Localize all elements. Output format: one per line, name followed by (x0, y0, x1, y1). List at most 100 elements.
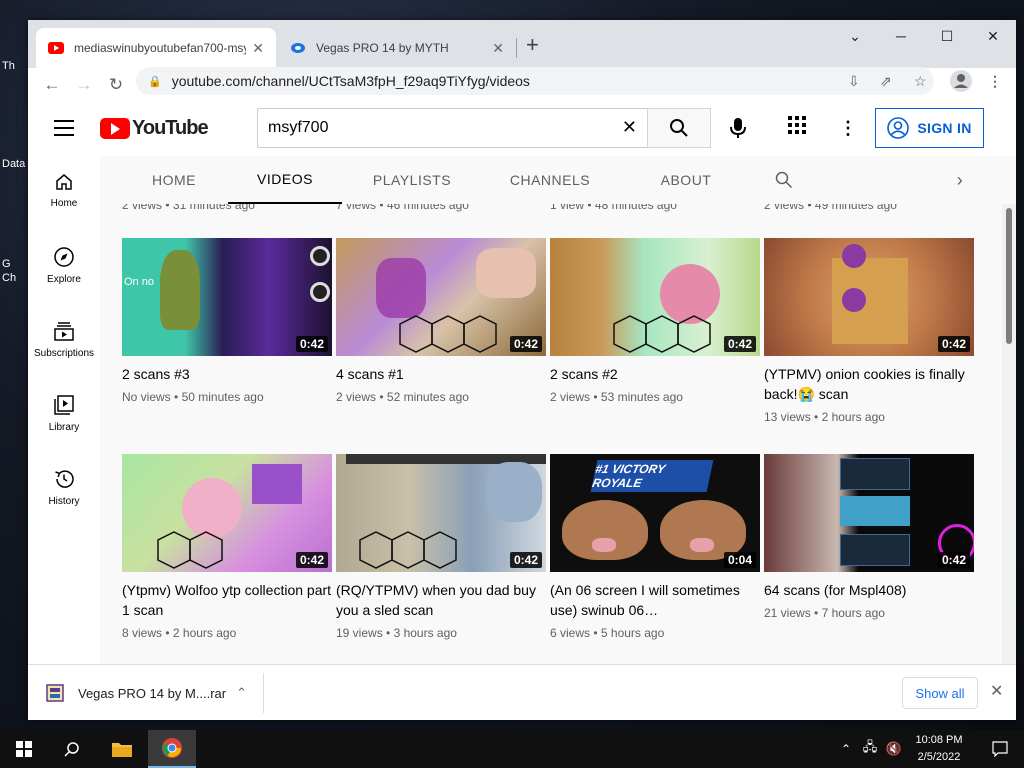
sidebar-item-label: Library (48, 422, 80, 433)
download-filename: Vegas PRO 14 by M....rar (78, 685, 227, 701)
video-card[interactable]: 0:42 64 scans (for Mspl408) 21 views • 7… (764, 454, 974, 620)
scrollbar-thumb[interactable] (1006, 208, 1012, 344)
video-meta: 8 views • 2 hours ago (122, 626, 237, 640)
video-card[interactable]: 0:42 2 scans #2 2 views • 53 minutes ago (550, 238, 760, 404)
video-title[interactable]: (Ytpmv) Wolfoo ytp collection part 1 sca… (122, 580, 332, 620)
install-icon[interactable]: ⇩ (848, 67, 860, 95)
desktop-icon-label[interactable]: G (2, 258, 30, 270)
minimize-icon[interactable]: ─ (878, 20, 924, 52)
close-download-bar-icon[interactable]: ✕ (990, 681, 1003, 701)
show-all-button[interactable]: Show all (902, 677, 978, 709)
taskbar-search-icon[interactable] (48, 730, 96, 768)
windows-start-icon[interactable] (0, 730, 48, 768)
chevron-right-icon[interactable]: › (940, 156, 980, 204)
file-explorer-icon[interactable] (98, 730, 146, 768)
clear-search-icon[interactable]: ✕ (622, 117, 637, 138)
reload-icon[interactable]: ↻ (100, 71, 132, 99)
video-duration: 0:42 (295, 552, 328, 568)
tab-about[interactable]: ABOUT (640, 156, 732, 204)
youtube-logo-text: YouTube (132, 117, 209, 139)
video-card[interactable]: 0:42 (YTPMV) onion cookies is finally ba… (764, 238, 974, 424)
video-thumbnail[interactable]: 0:42 (336, 454, 546, 572)
video-title[interactable]: (An 06 screen I will sometimes use) swin… (550, 580, 760, 620)
video-card[interactable]: #1 VICTORY ROYALE 0:04 (An 06 screen I w… (550, 454, 760, 640)
bookmark-star-icon[interactable]: ☆ (914, 67, 927, 95)
video-duration: 0:42 (509, 336, 542, 352)
video-duration: 0:42 (723, 336, 756, 352)
video-title[interactable]: 4 scans #1 (336, 364, 546, 384)
close-tab-icon[interactable]: ✕ (492, 40, 504, 57)
rar-file-icon (46, 684, 64, 702)
sidebar-item-subscriptions[interactable]: Subscriptions (28, 304, 100, 378)
video-title[interactable]: (RQ/YTPMV) when you dad buy you a sled s… (336, 580, 546, 620)
sidebar-item-explore[interactable]: Explore (28, 230, 100, 304)
sidebar-item-history[interactable]: History (28, 452, 100, 526)
close-tab-icon[interactable]: ✕ (252, 40, 264, 57)
show-hidden-icons-icon[interactable]: ⌃ (834, 730, 858, 768)
microphone-icon (730, 118, 746, 138)
tab-playlists[interactable]: PLAYLISTS (354, 156, 470, 204)
sign-in-button[interactable]: SIGN IN (875, 108, 984, 148)
tab-search-icon[interactable]: ⌄ (832, 20, 878, 52)
tab-videos[interactable]: VIDEOS (228, 156, 342, 204)
desktop-icon-label[interactable]: Th (2, 60, 30, 72)
sidebar-item-label: History (48, 496, 80, 507)
taskbar-clock[interactable]: 10:08 PM 2/5/2022 (904, 732, 974, 766)
video-card[interactable]: 0:42 (RQ/YTPMV) when you dad buy you a s… (336, 454, 546, 640)
settings-more-icon[interactable]: ⋮ (836, 114, 860, 142)
video-title[interactable]: (YTPMV) onion cookies is finally back!😭 … (764, 364, 974, 404)
back-icon[interactable]: ← (36, 71, 68, 99)
new-tab-icon[interactable]: + (526, 34, 539, 56)
browser-menu-icon[interactable]: ⋮ (988, 67, 1002, 95)
youtube-logo[interactable]: YouTube (100, 117, 209, 140)
tab-youtube[interactable]: mediaswinubyoutubefan700-msyf700 - YouTu… (36, 28, 276, 68)
video-card[interactable]: On no 0:42 2 scans #3 No views • 50 minu… (122, 238, 332, 404)
voice-search-button[interactable] (722, 112, 754, 144)
share-icon[interactable]: ⇗ (880, 67, 892, 95)
video-card[interactable]: 0:42 4 scans #1 2 views • 52 minutes ago (336, 238, 546, 404)
search-input[interactable]: msyf700 ✕ (257, 108, 648, 148)
tab-vegas[interactable]: Vegas PRO 14 by MYTH ✕ (278, 28, 516, 68)
sidebar-item-library[interactable]: Library (28, 378, 100, 452)
tab-channels[interactable]: CHANNELS (496, 156, 604, 204)
video-thumbnail[interactable]: 0:42 (336, 238, 546, 356)
sidebar-item-home[interactable]: Home (28, 156, 100, 230)
video-thumbnail[interactable]: On no 0:42 (122, 238, 332, 356)
video-grid: 2 views • 31 minutes ago 7 views • 46 mi… (100, 204, 1016, 664)
video-meta: 6 views • 5 hours ago (550, 626, 665, 640)
address-bar[interactable]: 🔒 youtube.com/channel/UCtTsaM3fpH_f29aq9… (136, 67, 934, 95)
desktop-icon-label[interactable]: Ch (2, 272, 30, 284)
sidebar-item-label: Subscriptions (33, 348, 95, 359)
apps-grid-icon[interactable] (788, 116, 812, 140)
hamburger-menu-icon[interactable] (54, 120, 74, 141)
video-card[interactable]: 0:42 (Ytpmv) Wolfoo ytp collection part … (122, 454, 332, 640)
profile-icon[interactable] (950, 67, 972, 95)
video-title[interactable]: 2 scans #3 (122, 364, 332, 384)
search-button[interactable] (647, 108, 711, 148)
tab-home[interactable]: HOME (128, 156, 220, 204)
download-item[interactable]: Vegas PRO 14 by M....rar ⌃ (36, 673, 264, 713)
channel-tabs: HOME VIDEOS PLAYLISTS CHANNELS ABOUT › (100, 156, 1016, 204)
page-scrollbar[interactable] (1002, 204, 1016, 664)
video-title[interactable]: 2 scans #2 (550, 364, 760, 384)
desktop-icon-label[interactable]: Data (2, 158, 30, 170)
video-thumbnail[interactable]: 0:42 (764, 454, 974, 572)
network-icon[interactable]: 🖧 (858, 730, 882, 768)
video-thumbnail[interactable]: #1 VICTORY ROYALE 0:04 (550, 454, 760, 572)
video-thumbnail[interactable]: 0:42 (764, 238, 974, 356)
channel-search-icon[interactable] (764, 156, 804, 204)
volume-muted-icon[interactable]: 🔇 (882, 730, 906, 768)
maximize-icon[interactable]: ☐ (924, 20, 970, 52)
video-duration: 0:04 (723, 552, 756, 568)
video-duration: 0:42 (295, 336, 328, 352)
video-title[interactable]: 64 scans (for Mspl408) (764, 580, 974, 600)
lock-icon[interactable]: 🔒 (148, 75, 162, 88)
notifications-icon[interactable] (976, 730, 1024, 768)
forward-icon[interactable]: → (68, 71, 100, 99)
chevron-up-icon[interactable]: ⌃ (236, 685, 247, 701)
video-meta: 2 views • 53 minutes ago (550, 390, 683, 404)
video-thumbnail[interactable]: 0:42 (122, 454, 332, 572)
chrome-taskbar-icon[interactable] (148, 730, 196, 768)
video-thumbnail[interactable]: 0:42 (550, 238, 760, 356)
close-window-icon[interactable]: ✕ (970, 20, 1016, 52)
